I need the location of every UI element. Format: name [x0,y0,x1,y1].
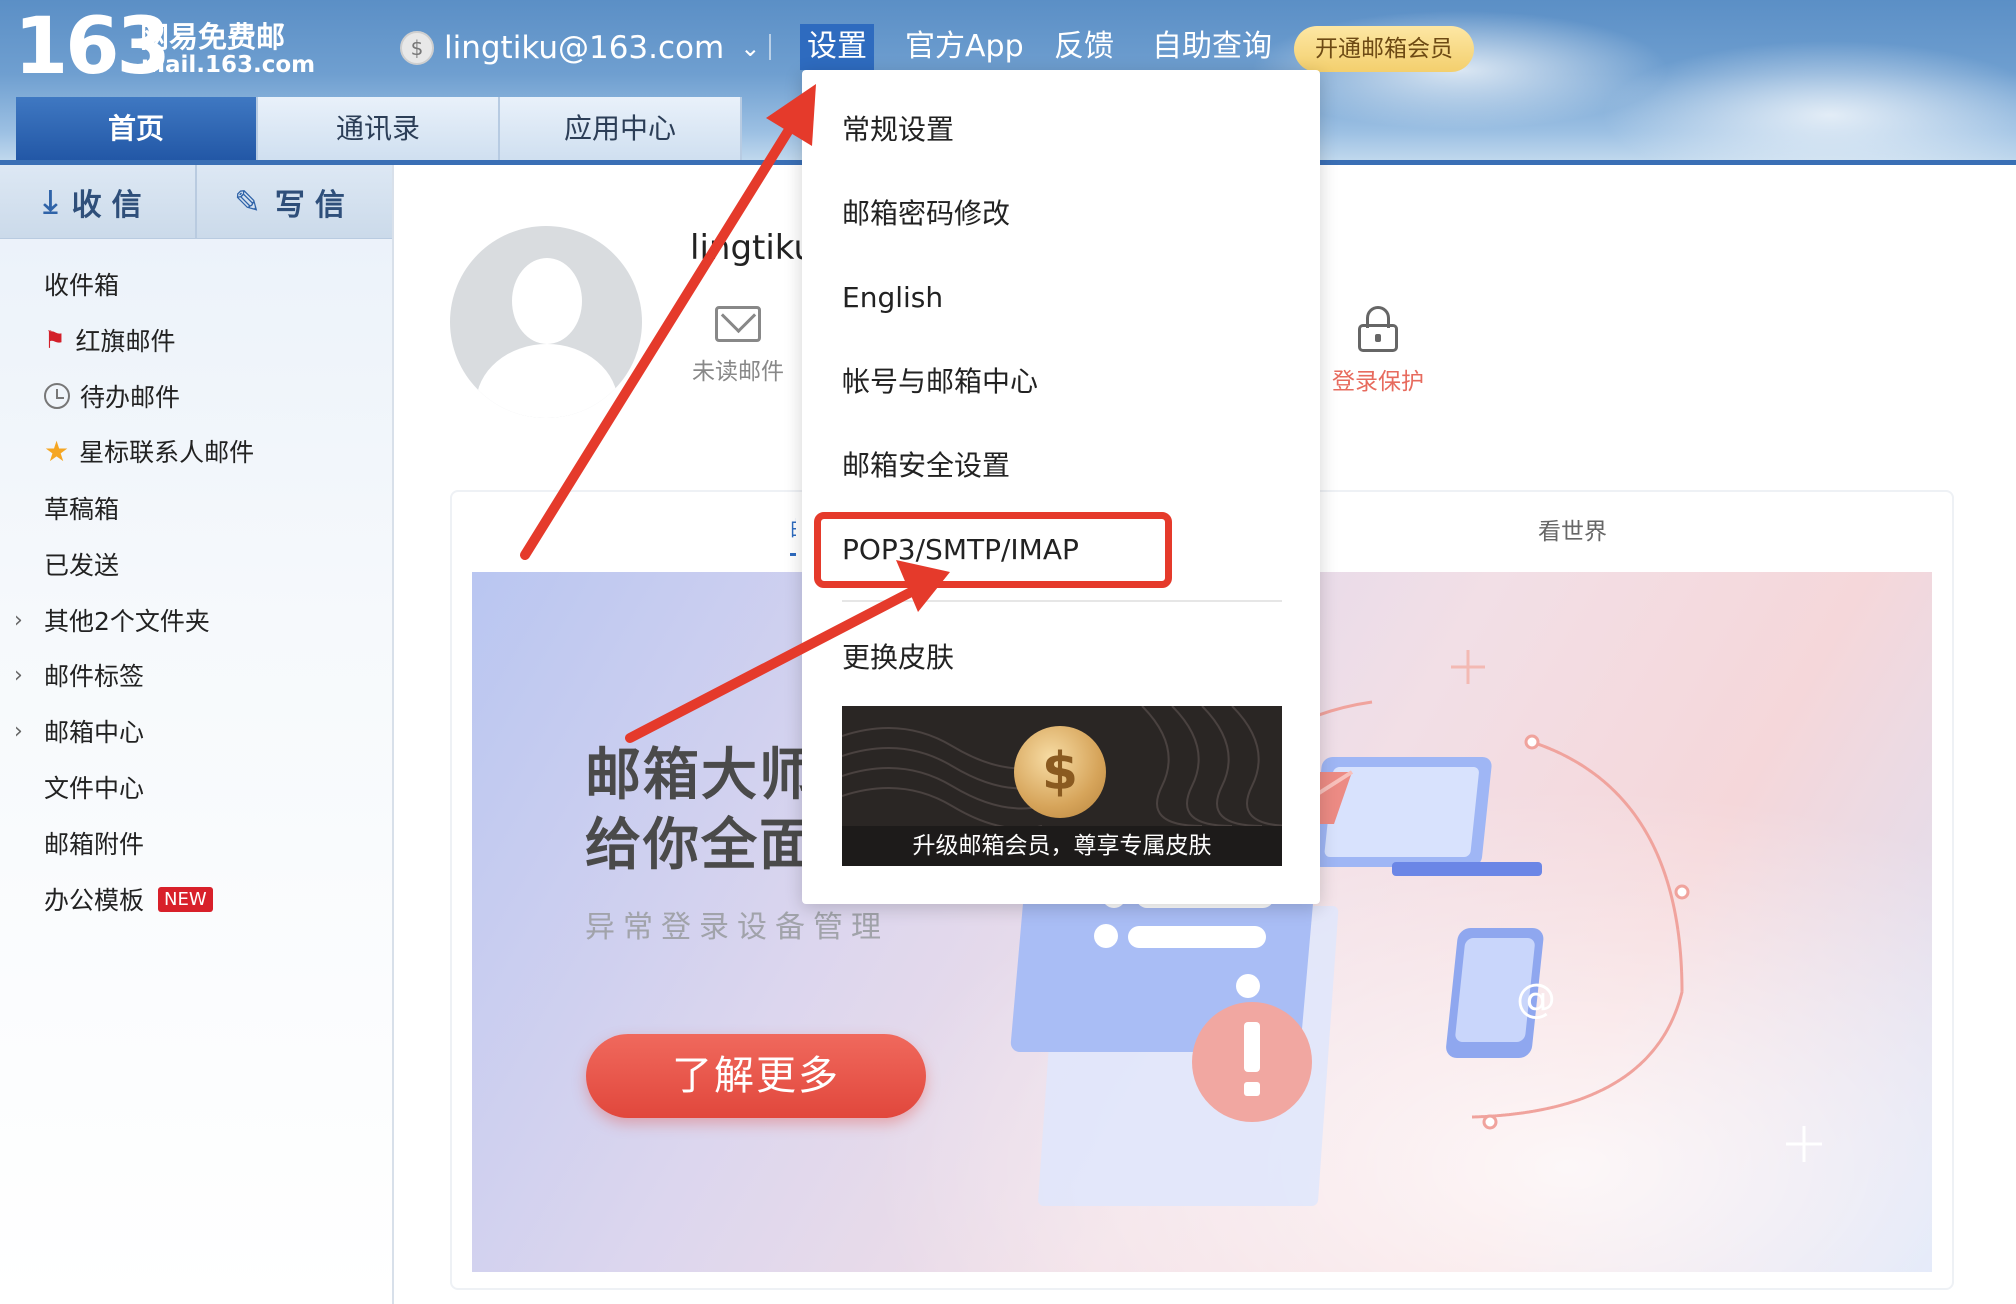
folder-drafts[interactable]: 草稿箱 [44,488,119,528]
menu-account-center[interactable]: 帐号与邮箱中心 [842,360,1038,404]
account-switcher[interactable]: $ lingtiku@163.com ⌄ [400,28,760,68]
inbox-download-icon: ⤓ [43,182,58,220]
coin-icon: $ [400,31,434,65]
chevron-right-icon[interactable]: › [14,608,23,633]
folder-other[interactable]: › 其他2个文件夹 [14,600,210,640]
tab-home[interactable]: 首页 [16,97,258,161]
folder-attachments[interactable]: 邮箱附件 [44,823,144,863]
banner-title-line2: 给你全面 [585,813,817,878]
login-protect-label: 登录保护 [1332,369,1424,395]
panel-tab-world[interactable]: 看世界 [1538,512,1607,546]
menu-english[interactable]: English [842,276,943,320]
star-icon: ★ [44,434,70,468]
panel-tab-mail[interactable]: 邮 [790,512,796,556]
account-email: lingtiku@163.com [444,30,725,66]
settings-dropdown: 常规设置 邮箱密码修改 English 帐号与邮箱中心 邮箱安全设置 POP3/… [802,70,1320,904]
folder-label: 待办邮件 [80,383,181,412]
avatar-head [512,258,582,344]
logo-domain: mail.163.com [141,52,316,78]
nav-feedback[interactable]: 反馈 [1054,24,1114,70]
tab-app-center[interactable]: 应用中心 [500,97,742,161]
folder-label: 文件中心 [44,774,145,803]
envelope-icon [715,306,761,342]
folder-starred-contacts[interactable]: ★ 星标联系人邮件 [44,431,254,471]
folder-sent[interactable]: 已发送 [44,544,119,584]
folder-label: 邮件标签 [44,662,145,691]
lock-icon [1358,306,1398,352]
folder-tags[interactable]: › 邮件标签 [14,655,145,695]
folder-file-center[interactable]: 文件中心 [44,767,144,807]
edit-icon: ✎ [234,182,261,221]
compose-button[interactable]: ✎ 写信 [195,165,392,238]
nav-self-query[interactable]: 自助查询 [1152,24,1272,70]
red-flag-icon: ⚑ [44,326,66,354]
banner-title-line1: 邮箱大师 [585,743,817,808]
folder-label: 其他2个文件夹 [44,607,210,636]
chevron-right-icon[interactable]: › [14,663,23,688]
unread-mail-label: 未读邮件 [692,359,784,385]
annotation-highlight-box [814,512,1172,588]
chevron-down-icon: ⌄ [740,34,761,62]
nav-settings[interactable]: 设置 [800,24,874,70]
tab-contacts[interactable]: 通讯录 [258,97,500,161]
clock-icon [44,383,70,409]
skin-promo-caption: 升级邮箱会员，尊享专属皮肤 [842,826,1282,866]
learn-more-button[interactable]: 了解更多 [586,1034,926,1118]
menu-general-settings[interactable]: 常规设置 [842,108,954,152]
receive-button[interactable]: ⤓ 收信 [0,165,195,238]
menu-change-skin[interactable]: 更换皮肤 [842,636,954,680]
menu-security-settings[interactable]: 邮箱安全设置 [842,444,1010,488]
folder-label: 星标联系人邮件 [79,438,255,467]
folder-inbox[interactable]: 收件箱 [44,264,119,304]
compose-bar: ⤓ 收信 ✎ 写信 [0,165,392,239]
login-protect-stat[interactable]: 登录保护 [1308,306,1448,396]
logo-title: 网易免费邮 [140,20,286,54]
folder-todo[interactable]: 待办邮件 [44,376,180,416]
folder-mail-center[interactable]: › 邮箱中心 [14,711,145,751]
user-name: lingtiku [690,228,815,268]
unread-mail-stat[interactable]: 未读邮件 [668,306,808,386]
new-badge: NEW [158,886,213,912]
folder-label: 已发送 [44,551,120,580]
folder-label: 收件箱 [44,271,120,300]
folder-red-flag[interactable]: ⚑ 红旗邮件 [44,320,176,360]
nav-official-app[interactable]: 官方App [905,24,1024,70]
avatar-body [476,344,618,418]
vip-medal-icon: $ [1014,726,1106,818]
receive-label: 收信 [71,187,152,223]
vip-button[interactable]: 开通邮箱会员 [1294,26,1474,72]
menu-divider [842,600,1282,602]
sidebar: ⤓ 收信 ✎ 写信 收件箱 ⚑ 红旗邮件 待办邮件 ★ 星标联系人邮件 草稿箱 … [0,165,394,1304]
banner-subtitle: 异常登录设备管理 [585,910,889,945]
chevron-right-icon[interactable]: › [14,719,23,744]
folder-label: 邮箱附件 [44,830,145,859]
compose-label: 写信 [274,187,355,223]
menu-change-password[interactable]: 邮箱密码修改 [842,192,1010,236]
folder-office-templates[interactable]: 办公模板 NEW [44,879,213,919]
nav-divider [769,34,771,60]
folder-label: 红旗邮件 [75,327,176,356]
avatar[interactable] [450,226,642,418]
skin-promo-card[interactable]: $ 升级邮箱会员，尊享专属皮肤 [842,706,1282,866]
main-tabs: 首页 通讯录 应用中心 [16,97,742,161]
svg-text:@: @ [1516,976,1556,1022]
folder-label: 草稿箱 [44,495,120,524]
folder-label: 办公模板 [44,886,145,915]
folder-label: 邮箱中心 [44,718,145,747]
